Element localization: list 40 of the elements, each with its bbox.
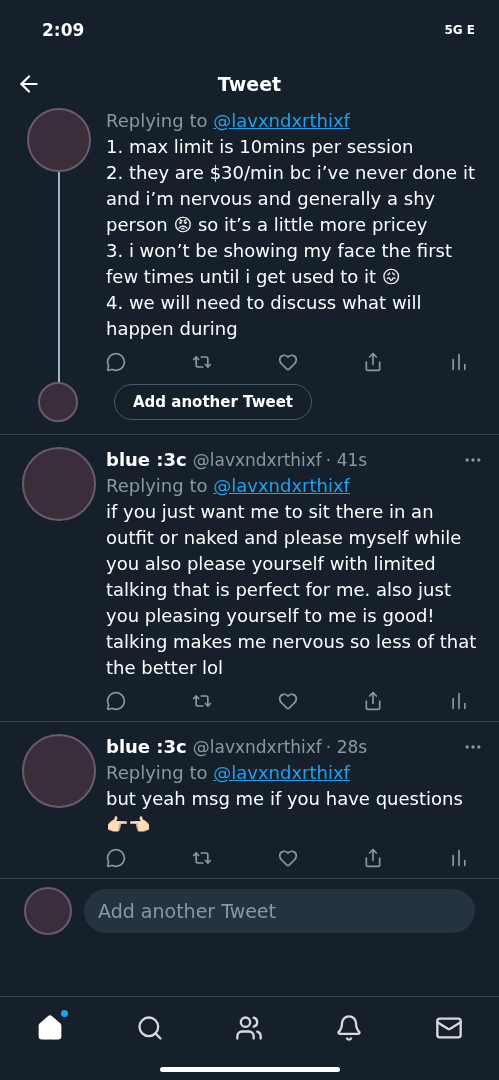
share-icon[interactable] [363, 691, 384, 711]
like-icon[interactable] [277, 848, 298, 868]
share-icon[interactable] [363, 848, 384, 868]
analytics-icon[interactable] [449, 691, 469, 711]
reply-icon[interactable] [106, 848, 126, 868]
network-label: 5G E [444, 23, 475, 37]
like-icon[interactable] [277, 352, 298, 372]
tweet-text: happen during [106, 317, 239, 341]
tweet-text: 4. we will need to discuss what will [106, 291, 423, 315]
like-icon[interactable] [277, 691, 298, 711]
reply-input[interactable]: Add another Tweet [84, 889, 475, 933]
tweet-time: · 41s [325, 449, 368, 472]
tweet-text: person 😡 so it’s a little more pricey [106, 213, 429, 237]
analytics-icon[interactable] [449, 848, 469, 868]
tweet-text: 3. i won’t be showing my face the first [106, 239, 453, 263]
replying-to-text: Replying to @lavxndxrthixf [106, 474, 352, 498]
user-handle: @lavxndxrthixf [192, 736, 322, 759]
tweet-text: 1. max limit is 10mins per session [106, 135, 415, 159]
tweet-text: few times until i get used to it 😖 [106, 265, 402, 289]
tweet-text: if you just want me to sit there in an outfit or naked and please myself while you also please yourself with limited talking that is perfect for me. also just you pleasing yourself to me is good! talking makes me nervous so less of that the better lol [106, 500, 478, 680]
tweet-text: and i’m nervous and generally a shy [106, 187, 437, 211]
analytics-icon[interactable] [449, 352, 469, 372]
user-handle: @lavxndxrthixf [192, 449, 322, 472]
replying-to-text: Replying to @lavxndxrthixf [106, 761, 352, 785]
handle-link[interactable]: @lavxndxrthixf [213, 762, 350, 783]
replying-to-text: Replying to @lavxndxrthixf [106, 109, 352, 133]
reply-icon[interactable] [106, 352, 126, 372]
handle-link[interactable]: @lavxndxrthixf [213, 110, 350, 131]
tweet-text: but yeah msg me if you have questions 👉🏻👈🏻 [106, 787, 464, 837]
handle-link[interactable]: @lavxndxrthixf [213, 475, 350, 496]
avatar [38, 382, 78, 422]
avatar [24, 887, 72, 935]
header-title: Tweet [217, 73, 282, 95]
user-name: blue :3c [106, 448, 187, 472]
user-name: blue :3c [106, 735, 187, 759]
status-time: 2:09 [42, 20, 85, 40]
tweet-text: 2. they are $30/min bc i’ve never done it [106, 161, 476, 185]
share-icon[interactable] [363, 352, 384, 372]
tweet-time: · 28s [325, 736, 368, 759]
reply-icon[interactable] [106, 691, 126, 711]
